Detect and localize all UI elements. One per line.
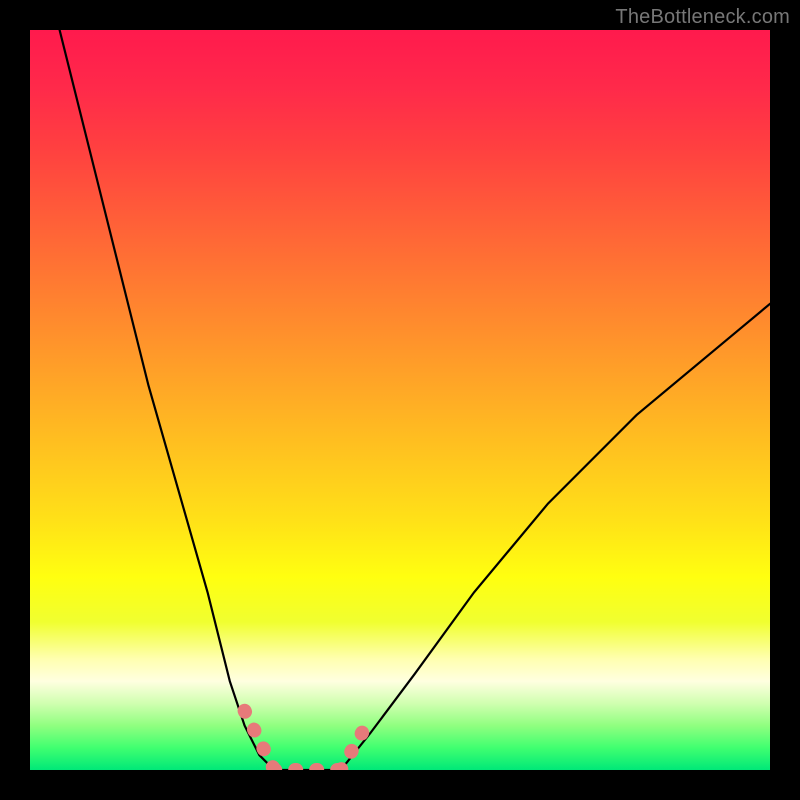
curve-lines	[60, 30, 770, 770]
gradient-plot-area	[30, 30, 770, 770]
outer-black-frame: TheBottleneck.com	[0, 0, 800, 800]
highlight-lines	[245, 711, 371, 770]
watermark-label: TheBottleneck.com	[615, 6, 790, 29]
highlight-right-rise	[341, 718, 371, 770]
curve-left-branch	[60, 30, 275, 770]
highlight-left-dip	[245, 711, 275, 770]
chart-svg	[30, 30, 770, 770]
curve-right-branch	[341, 304, 770, 770]
